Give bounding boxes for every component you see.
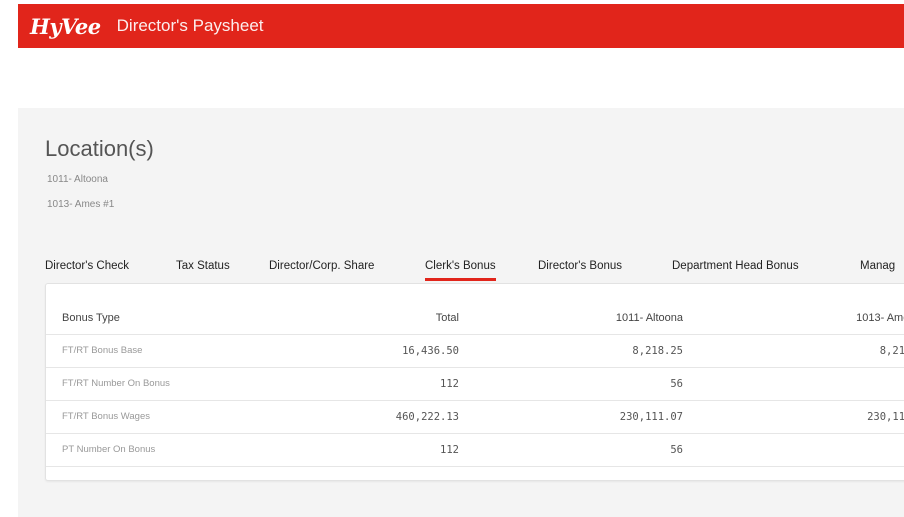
row-total: 16,436.50: [402, 345, 459, 357]
row-ames: 8,218.2: [879, 345, 904, 357]
tab-management[interactable]: Manag: [860, 260, 895, 278]
row-total: 460,222.13: [395, 411, 459, 423]
hyvee-logo[interactable]: HyVee: [30, 14, 101, 39]
header-ames: 1013- Ames #: [856, 312, 904, 324]
location-item: 1011- Altoona: [47, 174, 108, 185]
row-altoona: 230,111.07: [619, 411, 683, 423]
header-total: Total: [435, 312, 459, 324]
row-ames: 230,111.0: [867, 411, 904, 423]
table-header-row: Bonus Type Total 1011- Altoona 1013- Ame…: [46, 302, 904, 335]
row-label: FT/RT Bonus Base: [62, 345, 143, 356]
table-row: PT Number On Bonus 112 56 56: [46, 434, 904, 467]
header-altoona: 1011- Altoona: [615, 312, 683, 324]
locations-title: Location(s): [45, 136, 154, 161]
tab-director-corp-share[interactable]: Director/Corp. Share: [269, 260, 374, 278]
row-label: PT Number On Bonus: [62, 444, 156, 455]
tab-clerks-bonus[interactable]: Clerk's Bonus: [425, 260, 496, 281]
row-total: 112: [440, 444, 459, 456]
toolbar-area: [18, 48, 904, 108]
header-bonus-type: Bonus Type: [62, 312, 120, 324]
app-title: Director's Paysheet: [116, 16, 264, 35]
tab-department-head-bonus[interactable]: Department Head Bonus: [672, 260, 799, 278]
tab-directors-check[interactable]: Director's Check: [45, 260, 129, 278]
table-row: FT/RT Bonus Wages 460,222.13 230,111.07 …: [46, 401, 904, 434]
location-item: 1013- Ames #1: [47, 199, 115, 210]
table-row: FT/RT Bonus Base 16,436.50 8,218.25 8,21…: [46, 335, 904, 368]
row-label: FT/RT Number On Bonus: [62, 378, 170, 389]
bonus-table: Bonus Type Total 1011- Altoona 1013- Ame…: [45, 283, 904, 481]
table-row: FT/RT Number On Bonus 112 56 56: [46, 368, 904, 401]
tab-tax-status[interactable]: Tax Status: [176, 260, 230, 278]
main-content: Location(s) 1011- Altoona 1013- Ames #1 …: [18, 108, 904, 517]
row-total: 112: [440, 378, 459, 390]
row-altoona: 56: [670, 378, 683, 390]
row-label: FT/RT Bonus Wages: [62, 411, 150, 422]
tab-directors-bonus[interactable]: Director's Bonus: [538, 260, 622, 278]
row-altoona: 56: [670, 444, 683, 456]
row-altoona: 8,218.25: [632, 345, 683, 357]
app-header: HyVee Director's Paysheet: [18, 4, 904, 48]
